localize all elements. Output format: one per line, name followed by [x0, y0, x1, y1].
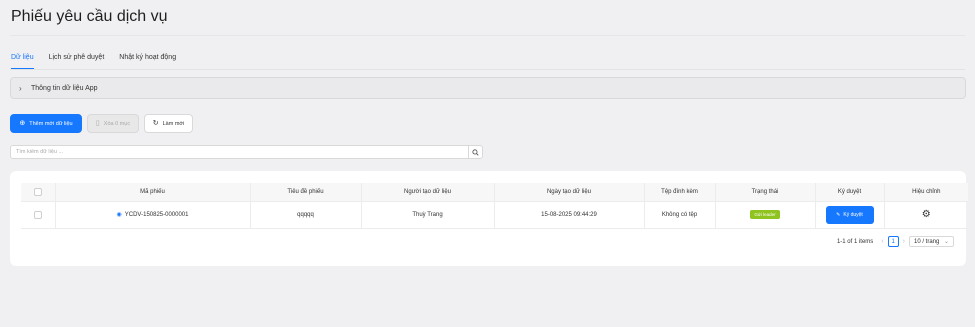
- pagination-summary: 1-1 of 1 items: [836, 238, 874, 245]
- page-size-select[interactable]: 10 / trang ⌄: [909, 236, 954, 247]
- page-size-value: 10 / trang: [914, 238, 940, 245]
- delete-label: Xóa 0 mục: [103, 120, 131, 127]
- add-data-button[interactable]: ⊕ Thêm mới dữ liệu: [10, 114, 82, 133]
- chevron-down-icon: ⌄: [943, 239, 949, 245]
- search-button[interactable]: [468, 146, 482, 158]
- plus-circle-icon: ⊕: [19, 120, 26, 127]
- select-all-checkbox[interactable]: [33, 187, 42, 196]
- column-header[interactable]: Trạng thái: [715, 183, 816, 202]
- ticket-title: qqqqq: [250, 201, 362, 229]
- chevron-right-icon: ›: [19, 83, 22, 93]
- column-header[interactable]: Người tạo dữ liệu: [361, 183, 495, 202]
- delete-button[interactable]: ▯ Xóa 0 mục: [87, 114, 139, 133]
- search-icon: [472, 148, 479, 156]
- sign-approve-button[interactable]: ✎ Ký duyệt: [825, 205, 874, 224]
- data-table: Mã phiếu Tiêu đề phiếu Người tạo dữ liệu…: [21, 183, 968, 229]
- row-checkbox[interactable]: [33, 210, 42, 219]
- tab-approval-history[interactable]: Lịch sử phê duyệt: [49, 52, 105, 70]
- table-header-row: Mã phiếu Tiêu đề phiếu Người tạo dữ liệu…: [21, 183, 968, 202]
- tabs-divider: [10, 69, 965, 70]
- ticket-code: YCDV-150825-0000001: [124, 212, 189, 218]
- search-box: [10, 145, 483, 159]
- tab-bar: Dữ liệu Lịch sử phê duyệt Nhật ký hoạt đ…: [11, 52, 191, 70]
- sign-icon: ✎: [836, 211, 841, 218]
- column-header[interactable]: Mã phiếu: [55, 183, 251, 202]
- column-header[interactable]: Tệp đính kèm: [644, 183, 716, 202]
- trash-icon: ▯: [95, 120, 100, 127]
- table-row: ◉ YCDV-150825-0000001 qqqqq Thuỳ Trang 15…: [21, 201, 968, 229]
- eye-icon[interactable]: ◉: [117, 212, 122, 218]
- next-page-icon[interactable]: ›: [903, 238, 905, 245]
- add-data-label: Thêm mới dữ liệu: [29, 120, 73, 127]
- column-header[interactable]: Ký duyệt: [815, 183, 885, 202]
- column-header[interactable]: Tiêu đề phiếu: [250, 183, 362, 202]
- collapse-label: Thông tin dữ liệu App: [31, 84, 98, 92]
- pagination: 1-1 of 1 items ‹ 1 › 10 / trang ⌄: [837, 236, 954, 247]
- title-divider: [10, 35, 965, 36]
- refresh-label: Làm mới: [162, 120, 185, 127]
- search-input[interactable]: [11, 146, 468, 158]
- page-title: Phiếu yêu cầu dịch vụ: [11, 8, 168, 25]
- ticket-created-at: 15-08-2025 09:44:29: [494, 201, 645, 229]
- app-data-collapse[interactable]: › Thông tin dữ liệu App: [10, 77, 966, 99]
- page-number[interactable]: 1: [887, 236, 899, 247]
- refresh-icon: ↻: [152, 120, 159, 127]
- ticket-attachment: Không có tệp: [644, 201, 716, 229]
- gear-icon[interactable]: ⚙: [922, 209, 931, 220]
- sign-label: Ký duyệt: [843, 211, 863, 218]
- column-header[interactable]: Hiệu chỉnh: [884, 183, 968, 202]
- refresh-button[interactable]: ↻ Làm mới: [144, 114, 193, 133]
- ticket-creator: Thuỳ Trang: [361, 201, 495, 229]
- column-header[interactable]: Ngày tạo dữ liệu: [494, 183, 645, 202]
- tab-activity-log[interactable]: Nhật ký hoạt động: [119, 52, 176, 70]
- table-card: Mã phiếu Tiêu đề phiếu Người tạo dữ liệu…: [10, 171, 968, 266]
- tab-data[interactable]: Dữ liệu: [11, 52, 34, 70]
- status-badge: Gửi leader: [750, 210, 780, 219]
- prev-page-icon[interactable]: ‹: [881, 238, 883, 245]
